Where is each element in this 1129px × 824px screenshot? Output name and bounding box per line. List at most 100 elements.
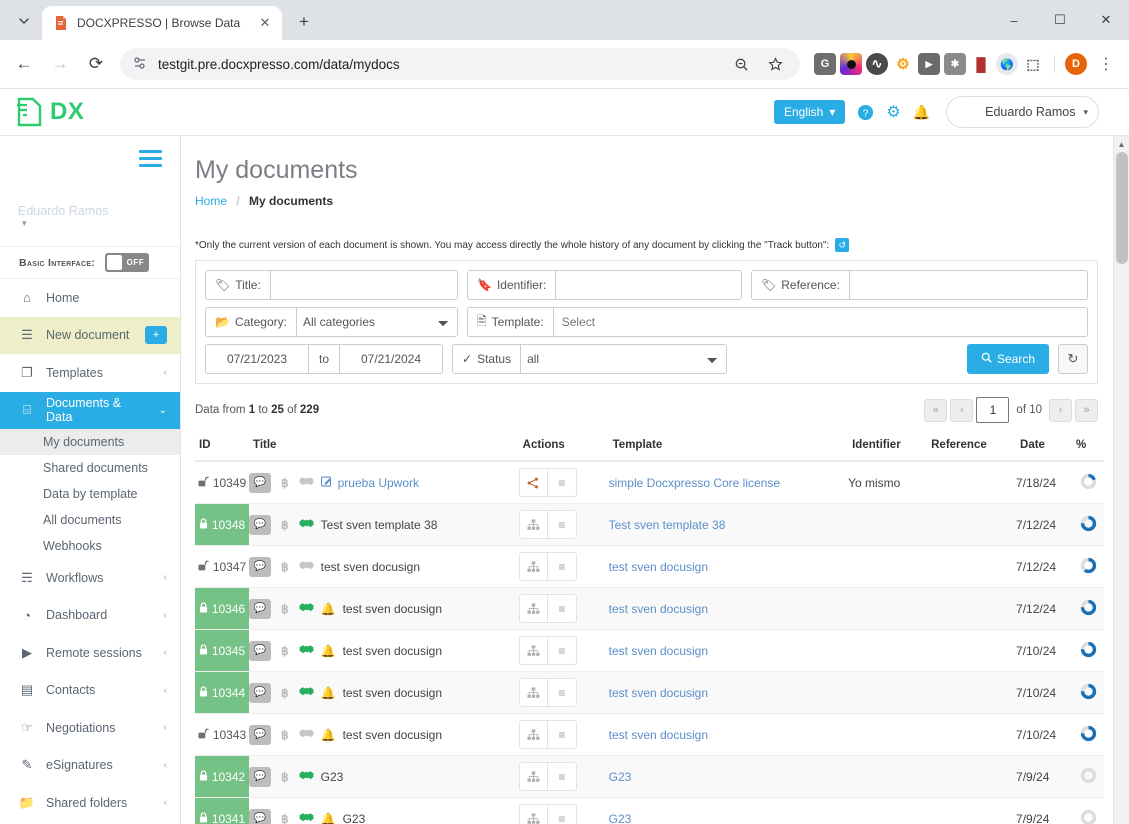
- template-filter[interactable]: 🖹 Template:: [467, 307, 1088, 337]
- sidebar-item-new-document[interactable]: ☰ New document +: [0, 316, 180, 354]
- comments-icon[interactable]: 💬: [249, 766, 271, 787]
- sidebar-item-home[interactable]: ⌂ Home: [0, 279, 180, 317]
- sidebar-item-shared-folders[interactable]: 📁 Shared folders ‹: [0, 784, 180, 822]
- column-header[interactable]: Template: [608, 433, 849, 462]
- mask-extension-icon[interactable]: █: [970, 53, 992, 75]
- date-to-input[interactable]: [340, 345, 442, 373]
- sidebar-item-documents-data[interactable]: ⌸ Documents & Data ⌄: [0, 391, 180, 429]
- prev-page-button[interactable]: ‹: [950, 398, 974, 422]
- search-button[interactable]: Search: [966, 344, 1049, 374]
- status-select[interactable]: all: [521, 345, 726, 373]
- row-menu-button[interactable]: ≡: [547, 637, 576, 664]
- settings-extension-icon[interactable]: ⚙: [892, 53, 914, 75]
- page-scrollbar[interactable]: ▲ ▼: [1113, 136, 1129, 824]
- sidebar-item-contacts[interactable]: ▤ Contacts ‹: [0, 672, 180, 710]
- column-header[interactable]: Actions: [518, 433, 609, 462]
- user-menu[interactable]: Eduardo Ramos ▾: [946, 96, 1099, 128]
- column-header[interactable]: %: [1072, 433, 1104, 462]
- table-row[interactable]: 10348 💬 ฿ Test sven template 38 ≡ Test sven t…: [195, 503, 1104, 546]
- hubspot-extension-icon[interactable]: ✱: [944, 53, 966, 75]
- last-page-button[interactable]: »: [1075, 398, 1098, 422]
- bitcoin-icon[interactable]: ฿: [281, 644, 289, 658]
- sidebar-item-esignatures[interactable]: ✎ eSignatures ‹: [0, 747, 180, 785]
- identifier-input[interactable]: [556, 271, 741, 299]
- sidebar-toggle-icon[interactable]: [139, 150, 162, 171]
- minimize-button[interactable]: –: [991, 0, 1037, 40]
- table-row[interactable]: 10347 💬 ฿ test sven docusign ≡ test sven docu…: [195, 545, 1104, 588]
- new-document-plus-badge[interactable]: +: [145, 326, 167, 345]
- alert-bell-icon[interactable]: 🔔: [321, 728, 336, 742]
- workflow-button[interactable]: [519, 721, 548, 748]
- column-header[interactable]: Identifier: [848, 433, 928, 462]
- sidebar-item-negotiations[interactable]: ☞ Negotiations ‹: [0, 709, 180, 747]
- puzzle-extensions-icon[interactable]: ⬚: [1022, 53, 1044, 75]
- row-menu-button[interactable]: ≡: [547, 721, 576, 748]
- basic-interface-toggle[interactable]: OFF: [105, 253, 150, 272]
- comments-icon[interactable]: 💬: [249, 808, 271, 824]
- reload-icon[interactable]: ⟳: [80, 48, 112, 80]
- template-link[interactable]: simple Docxpresso Core license: [609, 476, 780, 490]
- sidebar-item-remote-sessions[interactable]: ▶ Remote sessions ‹: [0, 634, 180, 672]
- comments-icon[interactable]: 💬: [249, 682, 271, 703]
- new-tab-button[interactable]: +: [290, 8, 318, 36]
- address-bar[interactable]: testgit.pre.docxpresso.com/data/mydocs: [120, 48, 800, 80]
- alert-bell-icon[interactable]: 🔔: [321, 602, 336, 616]
- breadcrumb-home[interactable]: Home: [195, 194, 227, 208]
- table-row[interactable]: 10344 💬 ฿ 🔔 test sven docusign ≡ test sven doc…: [195, 671, 1104, 714]
- close-window-button[interactable]: ✕: [1083, 0, 1129, 40]
- bookmark-star-icon[interactable]: [760, 49, 790, 79]
- help-icon[interactable]: ?: [857, 104, 874, 121]
- comments-icon[interactable]: 💬: [249, 514, 271, 535]
- title-filter[interactable]: 🏷 Title:: [205, 270, 458, 300]
- share-button[interactable]: [519, 469, 548, 496]
- document-id-badge[interactable]: 10349: [195, 462, 249, 503]
- table-row[interactable]: 10343 💬 ฿ 🔔 test sven docusign ≡ test sven doc…: [195, 713, 1104, 756]
- sidebar-avatar[interactable]: [18, 150, 64, 196]
- document-id-badge[interactable]: 10345: [195, 630, 249, 671]
- document-id-badge[interactable]: 10344: [195, 672, 249, 713]
- row-menu-button[interactable]: ≡: [547, 679, 576, 706]
- template-input[interactable]: [553, 308, 1087, 336]
- track-button-icon[interactable]: ↺: [835, 238, 850, 252]
- bitcoin-icon[interactable]: ฿: [281, 602, 289, 616]
- comments-icon[interactable]: 💬: [249, 598, 271, 619]
- workflow-button[interactable]: [519, 637, 548, 664]
- bitcoin-icon[interactable]: ฿: [281, 812, 289, 824]
- handshake-icon[interactable]: [299, 601, 314, 616]
- workflow-button[interactable]: [519, 511, 548, 538]
- site-settings-icon[interactable]: [132, 55, 148, 74]
- bitcoin-icon[interactable]: ฿: [281, 728, 289, 742]
- template-link[interactable]: test sven docusign: [609, 686, 708, 700]
- sidebar-subitem-shared-documents[interactable]: Shared documents: [0, 455, 180, 481]
- template-link[interactable]: G23: [609, 770, 632, 784]
- language-selector[interactable]: English ▾: [773, 100, 846, 124]
- sidebar-item-dashboard[interactable]: ◔ Dashboard ‹: [0, 597, 180, 635]
- document-id-badge[interactable]: 10348: [195, 504, 249, 545]
- profile-avatar-icon[interactable]: D: [1065, 53, 1087, 75]
- bitcoin-icon[interactable]: ฿: [281, 560, 289, 574]
- gear-icon[interactable]: ⚙: [886, 102, 900, 122]
- comments-icon[interactable]: 💬: [249, 640, 271, 661]
- handshake-icon[interactable]: [299, 475, 314, 490]
- template-link[interactable]: test sven docusign: [609, 560, 708, 574]
- title-input[interactable]: [270, 271, 457, 299]
- table-row[interactable]: 10342 💬 ฿ G23 ≡ G23 7/9/24: [195, 755, 1104, 798]
- row-menu-button[interactable]: ≡: [547, 469, 576, 496]
- status-filter[interactable]: ✓ Status all: [452, 344, 727, 374]
- maximize-button[interactable]: ☐: [1037, 0, 1083, 40]
- date-range-filter[interactable]: to: [205, 344, 443, 374]
- table-row[interactable]: 10349 💬 ฿ prueba Upwork ≡ simple Docxpresso C…: [195, 461, 1104, 504]
- instagram-extension-icon[interactable]: [840, 53, 862, 75]
- row-menu-button[interactable]: ≡: [547, 553, 576, 580]
- browser-menu-icon[interactable]: ⋮: [1091, 49, 1121, 79]
- column-header[interactable]: Date: [1016, 433, 1072, 462]
- refresh-button[interactable]: ↻: [1058, 344, 1088, 374]
- docxpresso-logo[interactable]: DX: [16, 97, 84, 127]
- column-header[interactable]: Reference: [927, 433, 1017, 462]
- scrollbar-thumb[interactable]: [1116, 152, 1128, 264]
- template-link[interactable]: G23: [609, 812, 632, 824]
- sidebar-subitem-my-documents[interactable]: My documents: [0, 429, 180, 455]
- handshake-icon[interactable]: [299, 643, 314, 658]
- sidebar-subitem-data-by-template[interactable]: Data by template: [0, 481, 180, 507]
- table-row[interactable]: 10345 💬 ฿ 🔔 test sven docusign ≡ test sven doc…: [195, 629, 1104, 672]
